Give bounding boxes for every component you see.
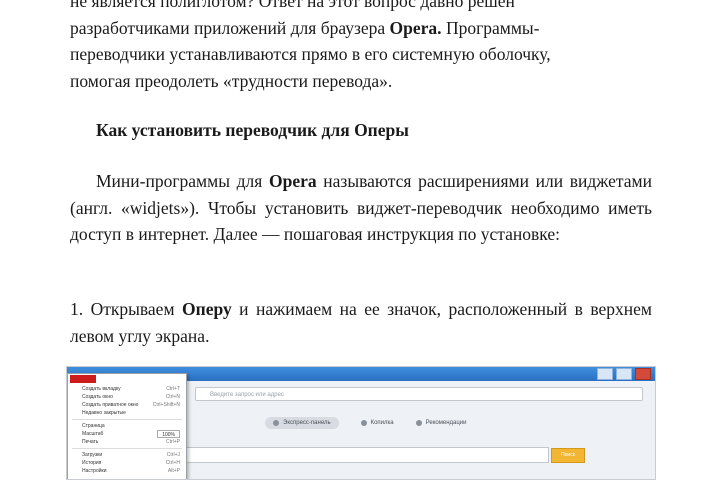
search-input (185, 447, 549, 463)
maximize-icon (616, 368, 632, 380)
menu-item: Создать окно Ctrl+N (82, 394, 180, 400)
address-bar: Введите запрос или адрес (195, 387, 643, 401)
menu-item-zoom: Масштаб 100% (68, 430, 186, 438)
paragraph-intro: не является полиглотом? Ответ на этот во… (70, 0, 652, 94)
menu-item: Создать приватное окно Ctrl+Shift+N (82, 402, 180, 408)
menu-item: Печать Ctrl+P (82, 439, 180, 445)
opera-screenshot: Введите запрос или адрес Экспресс-панель… (66, 366, 656, 480)
menu-item: Страница (82, 423, 105, 429)
bold-opera: Opera. (389, 17, 442, 38)
menu-item: Настройки Alt+P (82, 468, 180, 474)
bold-opera: Оперу (182, 299, 232, 319)
menu-divider (72, 448, 182, 449)
close-icon (635, 368, 651, 380)
menu-item: Загрузки Ctrl+J (82, 452, 180, 458)
text-line: не является полиглотом? Ответ на этот во… (70, 0, 515, 11)
tab-label: Копилка (370, 420, 394, 426)
text-run: Программы- (441, 17, 540, 38)
window-controls (597, 368, 651, 380)
menu-divider (72, 419, 182, 420)
zoom-value: 100% (157, 430, 180, 438)
menu-item: Создать вкладку Ctrl+T (82, 386, 180, 392)
text-line: разработчиками приложений для браузера O… (70, 15, 652, 42)
text-run: 1. Открываем (70, 299, 182, 319)
text-line: помогая преодолеть «трудности перевода». (70, 70, 393, 91)
text-line: переводчики устанавливаются прямо в его … (70, 44, 551, 64)
tab-discover: Рекомендации (415, 420, 467, 426)
opera-logo-icon (70, 375, 96, 383)
paragraph-widgets: Мини-программы для Opera называются расш… (70, 168, 652, 248)
bold-opera: Opera (268, 171, 317, 191)
text-run: разработчиками приложений для браузера (70, 17, 390, 38)
minimize-icon (597, 368, 613, 380)
text-run: Мини-программы для (96, 171, 269, 191)
tab-stash: Копилка (360, 420, 394, 426)
search-button: Поиск (551, 448, 585, 463)
tab-label: Экспресс-панель (283, 420, 331, 426)
section-heading: Как установить переводчик для Оперы (96, 120, 409, 140)
menu-item: История Ctrl+H (82, 460, 180, 466)
grid-icon (273, 420, 279, 426)
opera-main-menu: Создать вкладку Ctrl+T Создать окно Ctrl+N… (67, 373, 187, 479)
compass-icon (415, 420, 422, 426)
tab-label: Рекомендации (425, 420, 467, 426)
menu-item: Недавно закрытые (82, 410, 126, 416)
tab-speed-dial: Экспресс-панель (265, 417, 339, 429)
speed-dial-tabs: Экспресс-панель Копилка Рекомендации (265, 417, 466, 429)
heart-icon (360, 420, 367, 426)
document-page: не является полиглотом? Ответ на этот во… (0, 0, 720, 480)
paragraph-step-1: 1. Открываем Оперу и нажимаем на ее знач… (70, 296, 652, 349)
